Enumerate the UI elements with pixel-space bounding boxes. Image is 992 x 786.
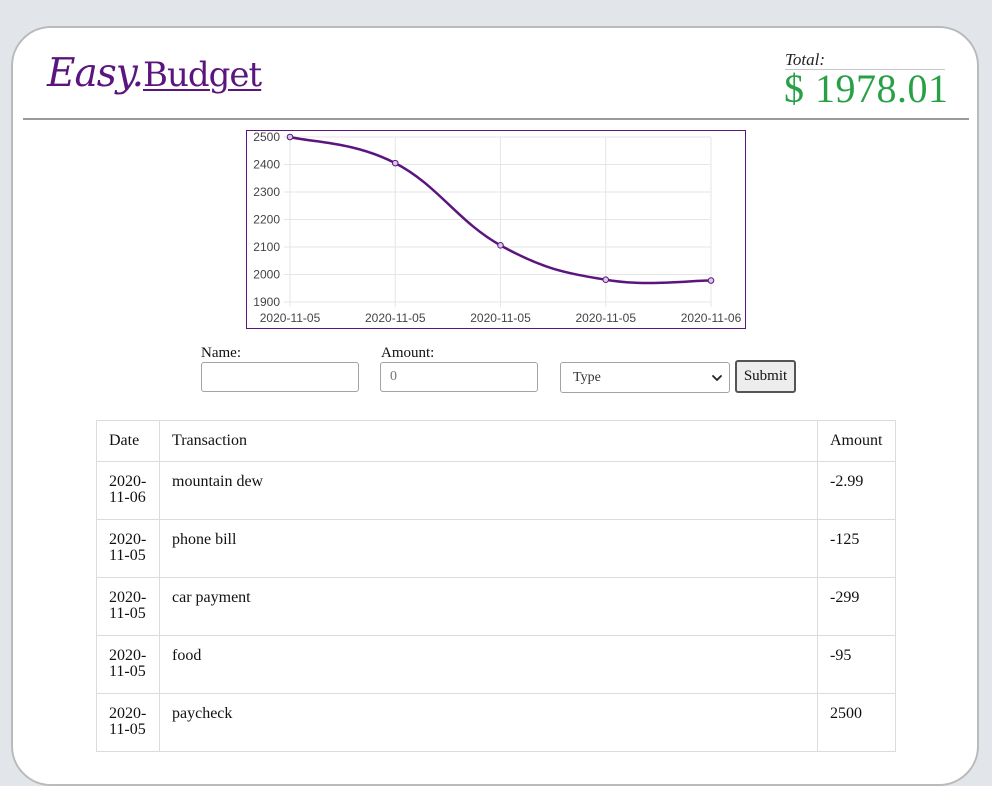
row-date: 2020- 11-05	[96, 635, 160, 694]
row-transaction: paycheck	[159, 693, 818, 752]
x-tick-label: 2020-11-05	[365, 311, 426, 325]
logo-easy: Easy.	[47, 51, 144, 96]
table-row: 2020- 11-05 food -95	[96, 635, 896, 694]
header-amount: Amount	[817, 420, 896, 462]
row-amount: -299	[817, 577, 896, 636]
row-amount: 2500	[817, 693, 896, 752]
table-row: 2020- 11-05 paycheck 2500	[96, 693, 896, 752]
type-select-value: Type	[573, 370, 601, 385]
date-text: 2020- 11-05	[109, 589, 147, 622]
row-amount: -125	[817, 519, 896, 578]
header-divider	[23, 118, 969, 120]
data-point	[602, 276, 610, 284]
data-point	[286, 133, 294, 141]
y-tick-label: 2400	[253, 158, 280, 172]
row-date: 2020- 11-06	[96, 461, 160, 520]
balance-chart-svg: 2500 2400 2300 2200 2100 2000 1900 2020-11-05 20…	[253, 131, 742, 325]
table-row: 2020- 11-05 car payment -299	[96, 577, 896, 636]
x-tick-label: 2020-11-05	[576, 311, 637, 325]
header-transaction: Transaction	[159, 420, 818, 462]
y-tick-label: 2000	[253, 268, 280, 282]
name-label: Name:	[201, 345, 241, 361]
y-tick-label: 2100	[253, 240, 280, 254]
transactions-table: Date Transaction Amount 2020- 11-06 mount…	[96, 420, 896, 752]
total-value: $ 1978.01	[784, 66, 949, 111]
y-tick-label: 1900	[253, 295, 280, 309]
name-input[interactable]	[201, 362, 359, 392]
row-transaction: mountain dew	[159, 461, 818, 520]
table-row: 2020- 11-06 mountain dew -2.99	[96, 461, 896, 520]
row-date: 2020- 11-05	[96, 577, 160, 636]
table-header-row: Date Transaction Amount	[96, 420, 896, 462]
x-tick-label: 2020-11-05	[470, 311, 531, 325]
app-logo: Easy.Budget	[47, 51, 262, 96]
date-text: 2020- 11-05	[109, 531, 147, 564]
x-tick-label: 2020-11-05	[260, 311, 321, 325]
y-tick-label: 2200	[253, 213, 280, 227]
type-select[interactable]: Type	[560, 362, 730, 393]
header-date: Date	[96, 420, 160, 462]
chevron-down-icon	[712, 375, 722, 381]
date-text: 2020- 11-06	[109, 473, 147, 506]
row-transaction: food	[159, 635, 818, 694]
date-text: 2020- 11-05	[109, 705, 147, 738]
row-amount: -95	[817, 635, 896, 694]
data-point	[707, 277, 715, 284]
table-row: 2020- 11-05 phone bill -125	[96, 519, 896, 578]
amount-input[interactable]	[380, 362, 538, 392]
x-tick-label: 2020-11-06	[681, 311, 742, 325]
amount-label: Amount:	[381, 345, 435, 361]
date-text: 2020- 11-05	[109, 647, 147, 680]
submit-button[interactable]: Submit	[735, 360, 796, 393]
y-tick-label: 2300	[253, 185, 280, 199]
balance-chart: 2500 2400 2300 2200 2100 2000 1900 2020-11-05 20…	[246, 130, 746, 329]
row-date: 2020- 11-05	[96, 519, 160, 578]
data-point	[391, 159, 399, 167]
row-transaction: phone bill	[159, 519, 818, 578]
data-point	[497, 242, 504, 249]
row-transaction: car payment	[159, 577, 818, 636]
logo-budget-link[interactable]: Budget	[143, 55, 262, 95]
row-date: 2020- 11-05	[96, 693, 160, 752]
y-tick-label: 2500	[253, 131, 280, 144]
row-amount: -2.99	[817, 461, 896, 520]
